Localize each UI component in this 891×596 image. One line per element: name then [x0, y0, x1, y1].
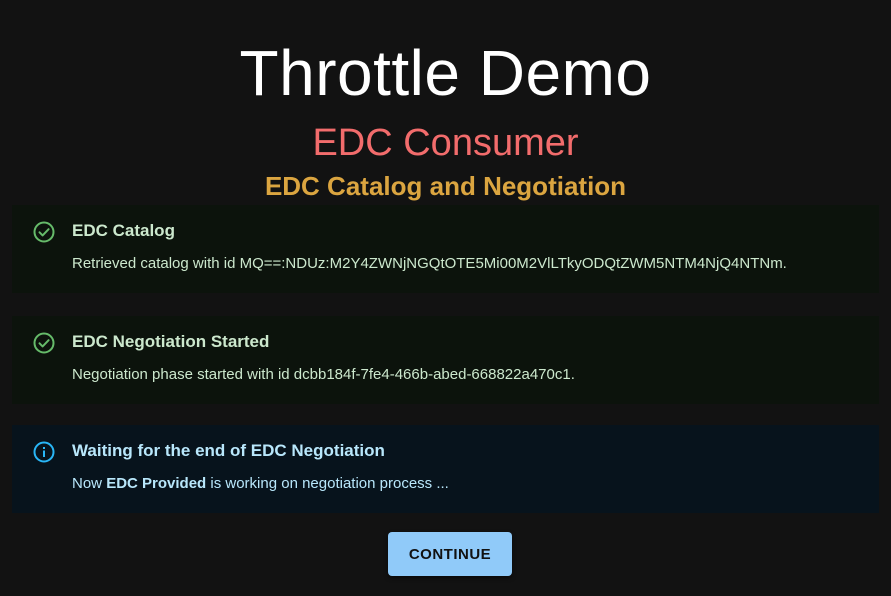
alert-message: Now EDC Provided is working on negotiati… [72, 474, 449, 494]
alert-message-suffix: is working on negotiation process ... [206, 475, 449, 492]
page-title: Throttle Demo [239, 37, 652, 109]
page-subtitle: EDC Consumer [312, 122, 579, 164]
alert-message-provider: EDC Provided [106, 475, 207, 492]
page: Throttle Demo EDC Consumer EDC Catalog a… [0, 0, 891, 596]
alert-title: Waiting for the end of EDC Negotiation [72, 441, 385, 460]
check-circle-icon [32, 220, 56, 244]
alert-edc-negotiation-started: EDC Negotiation Started Negotiation phas… [12, 316, 879, 404]
alert-edc-catalog: EDC Catalog Retrieved catalog with id MQ… [12, 205, 879, 293]
check-circle-icon [32, 331, 56, 355]
alert-message-prefix: Now [72, 475, 107, 492]
info-circle-icon [32, 440, 56, 464]
alert-message: Negotiation phase started with id dcbb18… [72, 366, 575, 383]
alert-title: EDC Catalog [72, 221, 175, 240]
alert-title: EDC Negotiation Started [72, 332, 270, 351]
continue-button[interactable]: CONTINUE [388, 532, 512, 576]
section-title: EDC Catalog and Negotiation [264, 171, 627, 201]
alert-message: Retrieved catalog with id MQ==:NDUz:M2Y4… [72, 255, 787, 272]
alert-waiting-negotiation: Waiting for the end of EDC Negotiation N… [12, 425, 879, 513]
